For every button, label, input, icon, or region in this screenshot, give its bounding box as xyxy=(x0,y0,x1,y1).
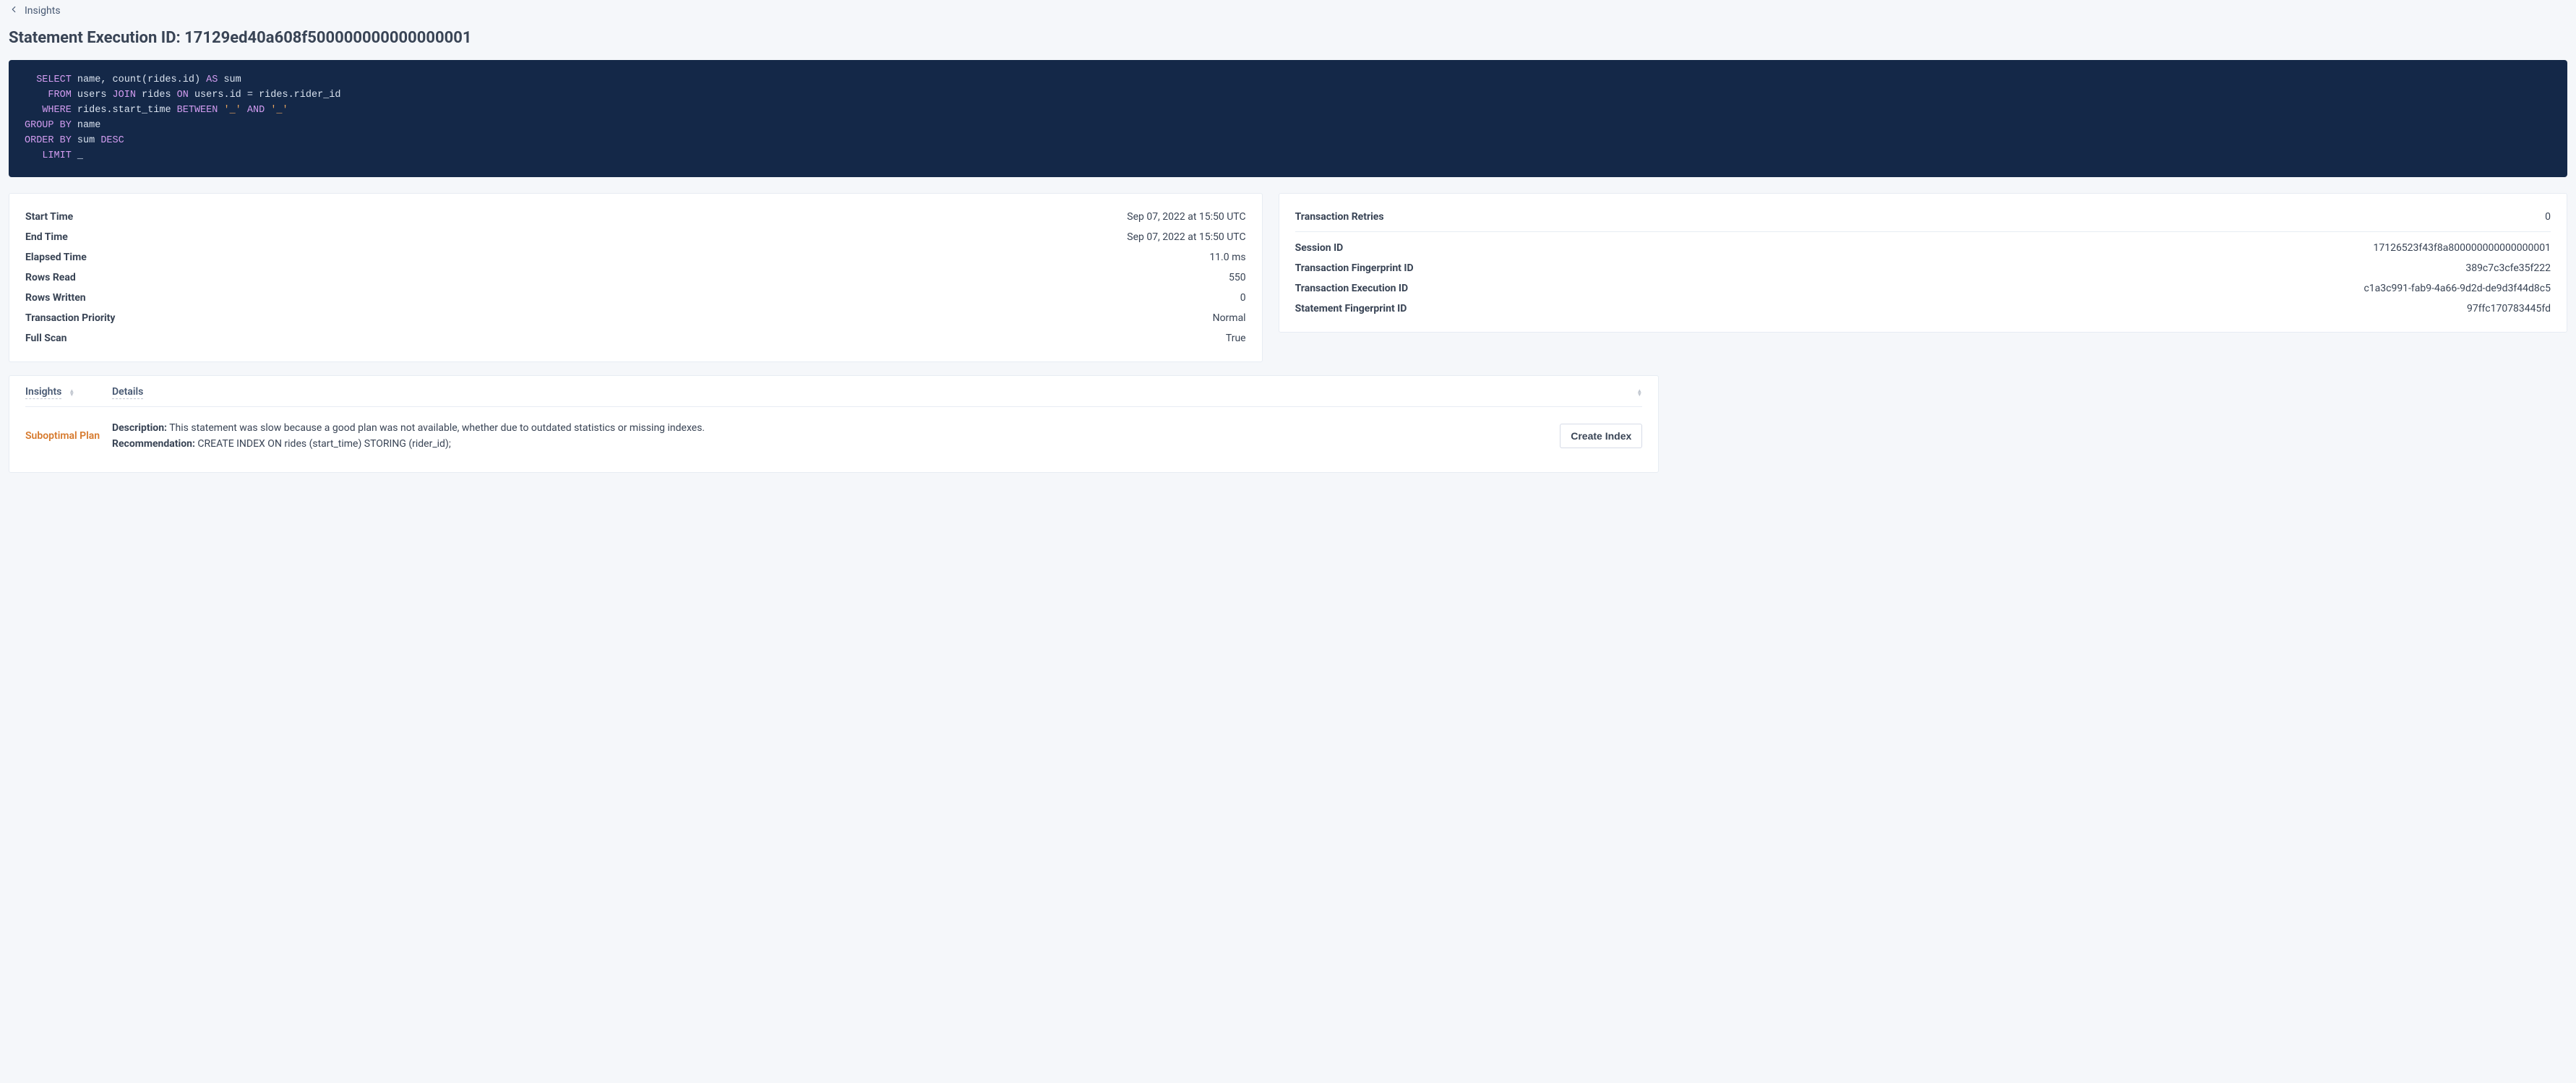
description-text: This statement was slow because a good p… xyxy=(169,422,705,434)
execution-id-value: 17129ed40a608f500000000000000001 xyxy=(184,29,471,47)
divider xyxy=(1295,231,2551,232)
breadcrumb-label: Insights xyxy=(25,5,61,17)
sql-statement-block: SELECT name, count(rides.id) AS sum FROM… xyxy=(9,60,2567,177)
insight-row: Suboptimal Plan Description: This statem… xyxy=(25,407,1642,466)
recommendation-label: Recommendation: xyxy=(112,438,195,450)
recommendation-text: CREATE INDEX ON rides (start_time) STORI… xyxy=(197,438,450,450)
sort-icon: ▲▼ xyxy=(69,389,74,396)
page-title: Statement Execution ID: 17129ed40a608f50… xyxy=(9,29,2567,47)
back-arrow-icon xyxy=(9,4,19,17)
sort-icon: ▲▼ xyxy=(1636,389,1642,396)
column-header-details[interactable]: Details ▲▼ xyxy=(112,386,1642,399)
row-txn-exec-id: Transaction Execution IDc1a3c991-fab9-4a… xyxy=(1295,278,2551,299)
breadcrumb[interactable]: Insights xyxy=(9,0,2567,25)
row-rows-read: Rows Read550 xyxy=(25,267,1246,288)
insight-details: Description: This statement was slow bec… xyxy=(112,420,1550,453)
row-full-scan: Full ScanTrue xyxy=(25,328,1246,348)
row-stmt-fingerprint: Statement Fingerprint ID97ffc170783445fd xyxy=(1295,299,2551,319)
sql-content: SELECT name, count(rides.id) AS sum FROM… xyxy=(25,74,341,161)
row-txn-retries: Transaction Retries0 xyxy=(1295,207,2551,227)
insight-name: Suboptimal Plan xyxy=(25,430,112,442)
description-label: Description: xyxy=(112,422,167,434)
row-txn-fingerprint: Transaction Fingerprint ID389c7c3cfe35f2… xyxy=(1295,258,2551,278)
summary-panel-left: Start TimeSep 07, 2022 at 15:50 UTC End … xyxy=(9,193,1263,362)
row-start-time: Start TimeSep 07, 2022 at 15:50 UTC xyxy=(25,207,1246,227)
row-rows-written: Rows Written0 xyxy=(25,288,1246,308)
create-index-button[interactable]: Create Index xyxy=(1560,424,1642,448)
insights-panel: Insights ▲▼ Details ▲▼ Suboptimal Plan D… xyxy=(9,375,1659,474)
summary-panel-right: Transaction Retries0 Session ID17126523f… xyxy=(1279,193,2567,333)
row-session-id: Session ID17126523f43f8a8000000000000000… xyxy=(1295,238,2551,258)
row-elapsed-time: Elapsed Time11.0 ms xyxy=(25,247,1246,267)
row-end-time: End TimeSep 07, 2022 at 15:50 UTC xyxy=(25,227,1246,247)
insights-table-header: Insights ▲▼ Details ▲▼ xyxy=(25,386,1642,407)
column-header-insights[interactable]: Insights ▲▼ xyxy=(25,386,112,399)
row-txn-priority: Transaction PriorityNormal xyxy=(25,308,1246,328)
